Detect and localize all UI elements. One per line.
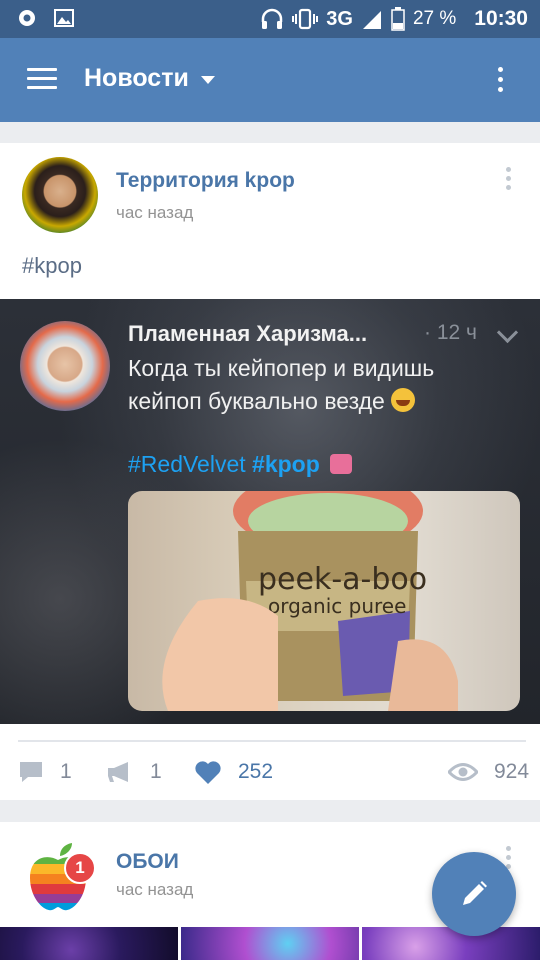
eye-icon bbox=[448, 763, 478, 781]
post-more-icon[interactable] bbox=[506, 167, 512, 194]
post-hashtag[interactable]: #kpop bbox=[22, 253, 82, 279]
embedded-avatar bbox=[20, 321, 110, 411]
pouch-illustration: peek-a-boo organic puree bbox=[162, 491, 458, 711]
app-bar: Новости bbox=[0, 38, 540, 122]
post-image[interactable]: Пламенная Харизма... · 12 ч Когда ты кей… bbox=[0, 299, 540, 724]
battery-level: 27 % bbox=[412, 8, 457, 29]
embedded-author: Пламенная Харизма... bbox=[128, 321, 368, 346]
grin-emoji-icon bbox=[391, 388, 416, 412]
embedded-text: Когда ты кейпопер и видишь кейпоп буквал… bbox=[128, 355, 435, 414]
embedded-tags: #RedVelvet #kpop bbox=[128, 451, 353, 478]
embedded-time: · 12 ч bbox=[424, 321, 477, 344]
megaphone-icon bbox=[108, 762, 128, 782]
views-counter: 924 bbox=[448, 751, 529, 793]
wallpaper-thumbnail[interactable] bbox=[181, 927, 359, 960]
post-time: час назад bbox=[116, 880, 194, 899]
compose-button[interactable] bbox=[432, 852, 516, 936]
feed-selector[interactable]: Новости bbox=[84, 64, 215, 93]
chevron-down-icon bbox=[200, 76, 215, 84]
comment-icon bbox=[20, 762, 42, 782]
comment-button[interactable]: 1 bbox=[18, 751, 72, 793]
embedded-tag: #kpop bbox=[252, 451, 320, 477]
page-title: Новости bbox=[84, 64, 189, 92]
pencil-icon bbox=[463, 881, 487, 905]
avatar[interactable] bbox=[22, 157, 98, 233]
menu-icon[interactable] bbox=[27, 68, 57, 90]
signal-icon bbox=[362, 11, 381, 29]
post-time: час назад bbox=[116, 203, 194, 222]
notification-badge: 1 bbox=[64, 852, 96, 884]
status-bar: 3G 27 % 10:30 bbox=[0, 0, 540, 38]
post-author[interactable]: Территория kpop bbox=[116, 169, 295, 193]
like-button[interactable]: 252 bbox=[194, 751, 273, 793]
record-icon bbox=[19, 10, 35, 26]
image-icon bbox=[54, 9, 74, 27]
post-author[interactable]: ОБОИ bbox=[116, 850, 179, 874]
more-options-icon[interactable] bbox=[498, 67, 504, 97]
repost-button[interactable]: 1 bbox=[106, 751, 162, 793]
wallpaper-thumbnail[interactable] bbox=[0, 927, 178, 960]
clock: 10:30 bbox=[474, 7, 528, 30]
sticker-icon bbox=[330, 454, 353, 474]
battery-icon bbox=[391, 7, 405, 31]
heart-icon bbox=[195, 761, 221, 784]
headphones-icon bbox=[262, 8, 283, 29]
post-card: Территория kpop час назад #kpop Пламенна… bbox=[0, 143, 540, 800]
svg-text:peek-a-boo: peek-a-boo bbox=[258, 562, 427, 597]
post-actions: 1 1 252 924 bbox=[0, 751, 540, 793]
divider bbox=[18, 740, 526, 742]
vibrate-icon bbox=[292, 8, 319, 30]
embedded-tag: #RedVelvet bbox=[128, 451, 246, 477]
embedded-photo: peek-a-boo organic puree bbox=[128, 491, 520, 711]
svg-text:organic puree: organic puree bbox=[268, 594, 406, 618]
network-type: 3G bbox=[326, 7, 353, 30]
wallpaper-thumbnail[interactable] bbox=[362, 927, 540, 960]
